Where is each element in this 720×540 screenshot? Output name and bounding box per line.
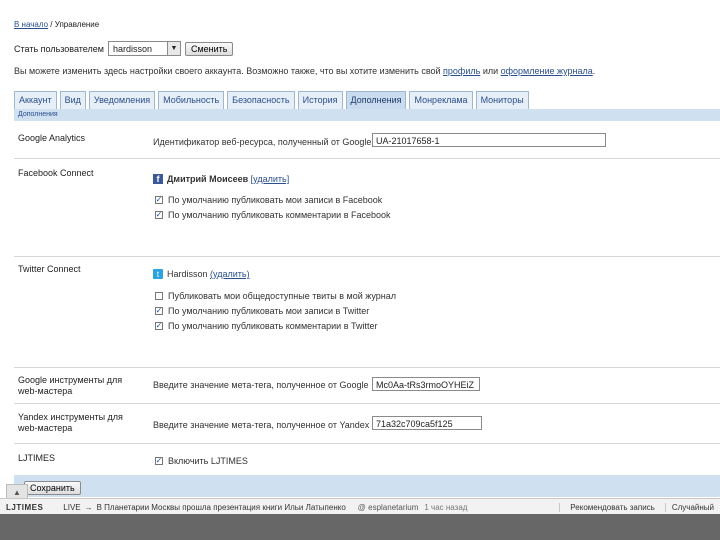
user-switch-row: Стать пользователем hardisson ▼ Сменить <box>14 41 234 56</box>
ljtimes-bar: LJTIMES LIVE → В Планетарии Москвы прошл… <box>0 498 720 515</box>
checkbox-unchecked[interactable] <box>155 292 163 300</box>
google-webmaster-title: Google инструменты для web-мастера <box>18 375 123 396</box>
arrow-right-icon: → <box>84 502 93 512</box>
breadcrumb-current: Управление <box>54 20 100 29</box>
checkbox-checked[interactable]: ✓ <box>155 307 163 315</box>
twitter-account-name: Hardisson <box>167 269 208 279</box>
ljtimes-logo: LJTIMES <box>6 502 44 512</box>
user-select[interactable]: hardisson ▼ <box>107 41 181 56</box>
active-tab-strip: Дополнения <box>14 109 720 121</box>
breadcrumb: В начало / Управление <box>14 20 99 29</box>
tab-history[interactable]: История <box>297 91 343 109</box>
intro-middle: или <box>480 66 501 76</box>
ljtimes-opt-label: Включить LJTIMES <box>168 456 248 466</box>
checkbox-checked[interactable]: ✓ <box>155 196 163 204</box>
ljtimes-option[interactable]: ✓ Включить LJTIMES <box>155 456 248 466</box>
checkbox-checked[interactable]: ✓ <box>155 211 163 219</box>
yandex-webmaster-title: Yandex инструменты для web-мастера <box>18 412 123 433</box>
user-switch-label: Стать пользователем <box>14 43 104 54</box>
tab-view[interactable]: Вид <box>59 91 86 109</box>
twitter-opt2-label: По умолчанию публиковать мои записи в Tw… <box>168 306 370 316</box>
switch-user-button[interactable]: Сменить <box>184 41 234 56</box>
user-select-value: hardisson <box>112 43 152 54</box>
separator <box>14 403 720 404</box>
twitter-option-3[interactable]: ✓ По умолчанию публиковать комментарии в … <box>155 321 377 331</box>
separator <box>14 158 720 159</box>
save-button[interactable]: Сохранить <box>24 481 81 495</box>
twitter-option-1[interactable]: Публиковать мои общедоступные твиты в мо… <box>155 291 396 301</box>
twitter-account-row: t Hardisson (удалить) <box>153 269 250 279</box>
facebook-option-2[interactable]: ✓ По умолчанию публиковать комментарии в … <box>155 210 391 220</box>
save-bar <box>14 475 720 497</box>
google-webmaster-label: Введите значение мета-тега, полученное о… <box>153 380 369 390</box>
tab-security[interactable]: Безопасность <box>227 91 295 109</box>
separator <box>14 443 720 444</box>
facebook-account-row: f Дмитрий Моисеев [удалить] <box>153 174 289 184</box>
google-analytics-label: Идентификатор веб-ресурса, полученный от… <box>153 137 372 147</box>
twitter-icon: t <box>153 269 163 279</box>
separator <box>14 367 720 368</box>
google-analytics-id-input[interactable]: UA-21017658-1 <box>372 133 606 147</box>
intro-before: Вы можете изменить здесь настройки своег… <box>14 66 444 76</box>
facebook-connect-title: Facebook Connect <box>18 168 94 178</box>
facebook-icon: f <box>153 174 163 184</box>
journal-style-link[interactable]: оформление журнала <box>501 66 593 76</box>
checkbox-checked[interactable]: ✓ <box>155 457 163 465</box>
facebook-account-name: Дмитрий Моисеев <box>167 174 249 184</box>
profile-link[interactable]: профиль <box>443 66 480 76</box>
twitter-opt3-label: По умолчанию публиковать комментарии в T… <box>168 321 378 331</box>
facebook-opt1-label: По умолчанию публиковать мои записи в Fa… <box>168 195 383 205</box>
twitter-remove-link[interactable]: (удалить) <box>210 269 250 279</box>
facebook-opt2-label: По умолчанию публиковать комментарии в F… <box>168 210 391 220</box>
news-link[interactable]: В Планетарии Москвы прошла презентация к… <box>95 503 352 512</box>
twitter-option-2[interactable]: ✓ По умолчанию публиковать мои записи в T… <box>155 306 369 316</box>
tab-notifications[interactable]: Уведомления <box>88 91 156 109</box>
tab-ads[interactable]: Монреклама <box>409 91 473 109</box>
tab-mobile[interactable]: Мобильность <box>158 91 225 109</box>
google-webmaster-input[interactable]: Mc0Aa-tRs3rmoOYHEiZ <box>372 377 480 391</box>
breadcrumb-home-link[interactable]: В начало <box>14 20 48 29</box>
bottom-gray-area <box>0 514 720 540</box>
facebook-remove-link[interactable]: [удалить] <box>251 174 290 184</box>
chevron-down-icon[interactable]: ▼ <box>166 42 180 55</box>
live-label: LIVE <box>63 502 81 512</box>
tab-addons[interactable]: Дополнения <box>345 91 407 109</box>
news-source[interactable]: @ esplanetarium <box>352 503 425 512</box>
tab-account[interactable]: Аккаунт <box>14 91 57 109</box>
intro-after: . <box>592 66 596 76</box>
checkbox-checked[interactable]: ✓ <box>155 322 163 330</box>
recommend-post-button[interactable]: Рекомендовать запись <box>559 502 665 512</box>
google-analytics-title: Google Analytics <box>18 133 86 143</box>
facebook-option-1[interactable]: ✓ По умолчанию публиковать мои записи в F… <box>155 195 382 205</box>
settings-tabs: Аккаунт Вид Уведомления Мобильность Безо… <box>14 91 529 109</box>
breadcrumb-separator: / <box>48 20 55 29</box>
news-time: 1 час назад <box>424 502 468 512</box>
tab-monitors[interactable]: Мониторы <box>475 91 529 109</box>
random-post-button[interactable]: Случайный <box>664 502 720 512</box>
separator <box>14 256 720 257</box>
twitter-opt1-label: Публиковать мои общедоступные твиты в мо… <box>168 291 397 301</box>
yandex-webmaster-input[interactable]: 71a32c709ca5f125 <box>372 416 482 430</box>
ljtimes-title: LJTIMES <box>18 453 56 463</box>
yandex-webmaster-label: Введите значение мета-тега, полученное о… <box>153 420 370 430</box>
twitter-connect-title: Twitter Connect <box>18 264 81 274</box>
intro-text: Вы можете изменить здесь настройки своег… <box>14 66 595 76</box>
